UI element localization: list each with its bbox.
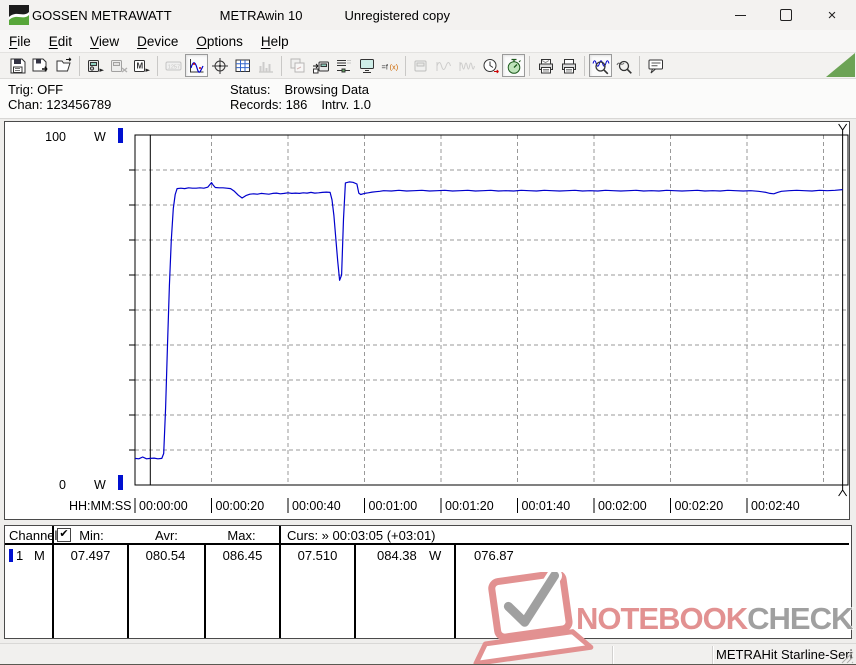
- cursor-crosshair-icon[interactable]: [208, 54, 231, 77]
- table-divider: [279, 526, 281, 638]
- table-divider: [454, 543, 456, 638]
- channel-color-marker: [9, 549, 13, 562]
- save-to-device-icon[interactable]: [309, 54, 332, 77]
- svg-text:(x): (x): [389, 62, 398, 71]
- interval-value: Intrv. 1.0: [321, 97, 371, 112]
- device-disconnect-icon[interactable]: [107, 54, 130, 77]
- menu-options[interactable]: Options: [187, 32, 252, 51]
- row-max-value: 086.45: [222, 548, 263, 563]
- svg-text:=f: =f: [381, 62, 388, 71]
- row-delta-value: 076.87: [474, 548, 514, 563]
- table-header-divider: [5, 543, 849, 545]
- histogram-view-icon[interactable]: [254, 54, 277, 77]
- chart-view-icon[interactable]: [185, 54, 208, 77]
- menu-bar: File Edit View Device Options Help: [0, 30, 856, 52]
- chart-panel[interactable]: 00:00:00 00:00:20 00:00:40 00:01:00 00:01:20…: [4, 121, 850, 520]
- minimize-button[interactable]: [718, 0, 762, 30]
- svg-text:00:02:20: 00:02:20: [675, 499, 724, 513]
- col-header-max: Max:: [227, 528, 256, 543]
- menu-edit[interactable]: Edit: [40, 32, 81, 51]
- svg-text:00:01:40: 00:01:40: [522, 499, 571, 513]
- svg-text:00:01:00: 00:01:00: [369, 499, 418, 513]
- statusbar-divider: [712, 646, 713, 664]
- row-channel-mode: M: [34, 548, 45, 563]
- col-header-min: Min:: [79, 528, 104, 543]
- menu-help[interactable]: Help: [252, 32, 298, 51]
- window-title-license: Unregistered copy: [344, 7, 450, 23]
- wave-dense-icon[interactable]: [456, 54, 479, 77]
- toolbar: M 1257 =f (x): [0, 52, 856, 79]
- svg-text:00:00:20: 00:00:20: [216, 499, 265, 513]
- menu-device[interactable]: Device: [128, 32, 187, 51]
- save-export-icon[interactable]: [29, 54, 52, 77]
- svg-text:00:02:00: 00:02:00: [598, 499, 647, 513]
- memory-read-icon[interactable]: M: [130, 54, 153, 77]
- row-cursor2-unit: W: [429, 548, 442, 563]
- svg-text:M: M: [136, 61, 143, 70]
- print-icon[interactable]: [557, 54, 580, 77]
- status-label: Status:: [230, 82, 271, 97]
- print-report-icon[interactable]: [534, 54, 557, 77]
- annotation-icon[interactable]: [644, 54, 667, 77]
- svg-text:00:01:20: 00:01:20: [445, 499, 494, 513]
- svg-text:00:00:40: 00:00:40: [292, 499, 341, 513]
- device-read-icon[interactable]: [84, 54, 107, 77]
- svg-text:0: 0: [59, 478, 66, 492]
- row-min-value: 07.497: [70, 548, 111, 563]
- maximize-button[interactable]: [764, 0, 808, 30]
- formula-icon[interactable]: =f (x): [378, 54, 401, 77]
- table-divider: [52, 526, 54, 638]
- status-panel: Trig: OFF Chan: 123456789 Status: Browsin…: [0, 79, 856, 119]
- channel-status: Chan: 123456789: [8, 97, 112, 112]
- status-bar: METRAHit Starline-Seri: [0, 643, 856, 664]
- col-header-cursor: Curs: » 00:03:05 (+03:01): [287, 528, 436, 543]
- window-title-brand: GOSSEN METRAWATT: [32, 7, 172, 23]
- open-file-icon[interactable]: [52, 54, 75, 77]
- copy-data-icon[interactable]: [286, 54, 309, 77]
- interval-timer-icon[interactable]: [502, 54, 525, 77]
- save-data-icon[interactable]: [6, 54, 29, 77]
- channel-list-icon[interactable]: [332, 54, 355, 77]
- zoom-time-icon[interactable]: [589, 54, 612, 77]
- resize-grip[interactable]: [841, 651, 854, 664]
- display-config-icon[interactable]: [410, 54, 433, 77]
- records-count: Records: 186: [230, 97, 308, 112]
- row-cursor1-value: 07.510: [297, 548, 338, 563]
- row-cursor2-value: 084.38: [377, 548, 417, 563]
- measurement-table: Channel: ✔ Min: Avr: Max: Curs: » 00:03:…: [4, 525, 852, 639]
- window-title-app: METRAwin 10: [219, 7, 303, 23]
- menu-file[interactable]: File: [0, 32, 40, 51]
- svg-text:W: W: [94, 130, 106, 144]
- numeric-display-icon[interactable]: 1257: [162, 54, 185, 77]
- wave-single-icon[interactable]: [433, 54, 456, 77]
- title-bar: GOSSEN METRAWATT METRAwin 10 Unregistere…: [0, 0, 856, 30]
- row-channel-number: 1: [16, 548, 24, 563]
- menu-view[interactable]: View: [81, 32, 128, 51]
- table-divider: [354, 543, 356, 638]
- gossen-metrawatt-logo-icon: [9, 5, 29, 25]
- col-header-avr: Avr:: [155, 528, 178, 543]
- power-trend-chart[interactable]: 00:00:00 00:00:20 00:00:40 00:01:00 00:01:20…: [5, 122, 849, 519]
- svg-text:00:02:40: 00:02:40: [751, 499, 800, 513]
- row-avr-value: 080.54: [145, 548, 186, 563]
- close-button[interactable]: ×: [810, 0, 854, 30]
- svg-text:1257: 1257: [167, 64, 179, 70]
- metrawin-window: GOSSEN METRAWATT METRAwin 10 Unregistere…: [0, 0, 856, 665]
- statusbar-divider: [612, 646, 613, 664]
- trigger-status: Trig: OFF: [8, 82, 64, 97]
- svg-text:00:00:00: 00:00:00: [139, 499, 188, 513]
- svg-text:W: W: [94, 478, 106, 492]
- time-sync-icon[interactable]: [479, 54, 502, 77]
- status-value: Browsing Data: [284, 82, 370, 97]
- zoom-curve-icon[interactable]: [612, 54, 635, 77]
- connected-device-name: METRAHit Starline-Seri: [716, 647, 853, 662]
- svg-text:100: 100: [45, 130, 66, 144]
- monitor-view-icon[interactable]: [355, 54, 378, 77]
- table-view-icon[interactable]: [231, 54, 254, 77]
- svg-text:HH:MM:SS: HH:MM:SS: [69, 499, 132, 513]
